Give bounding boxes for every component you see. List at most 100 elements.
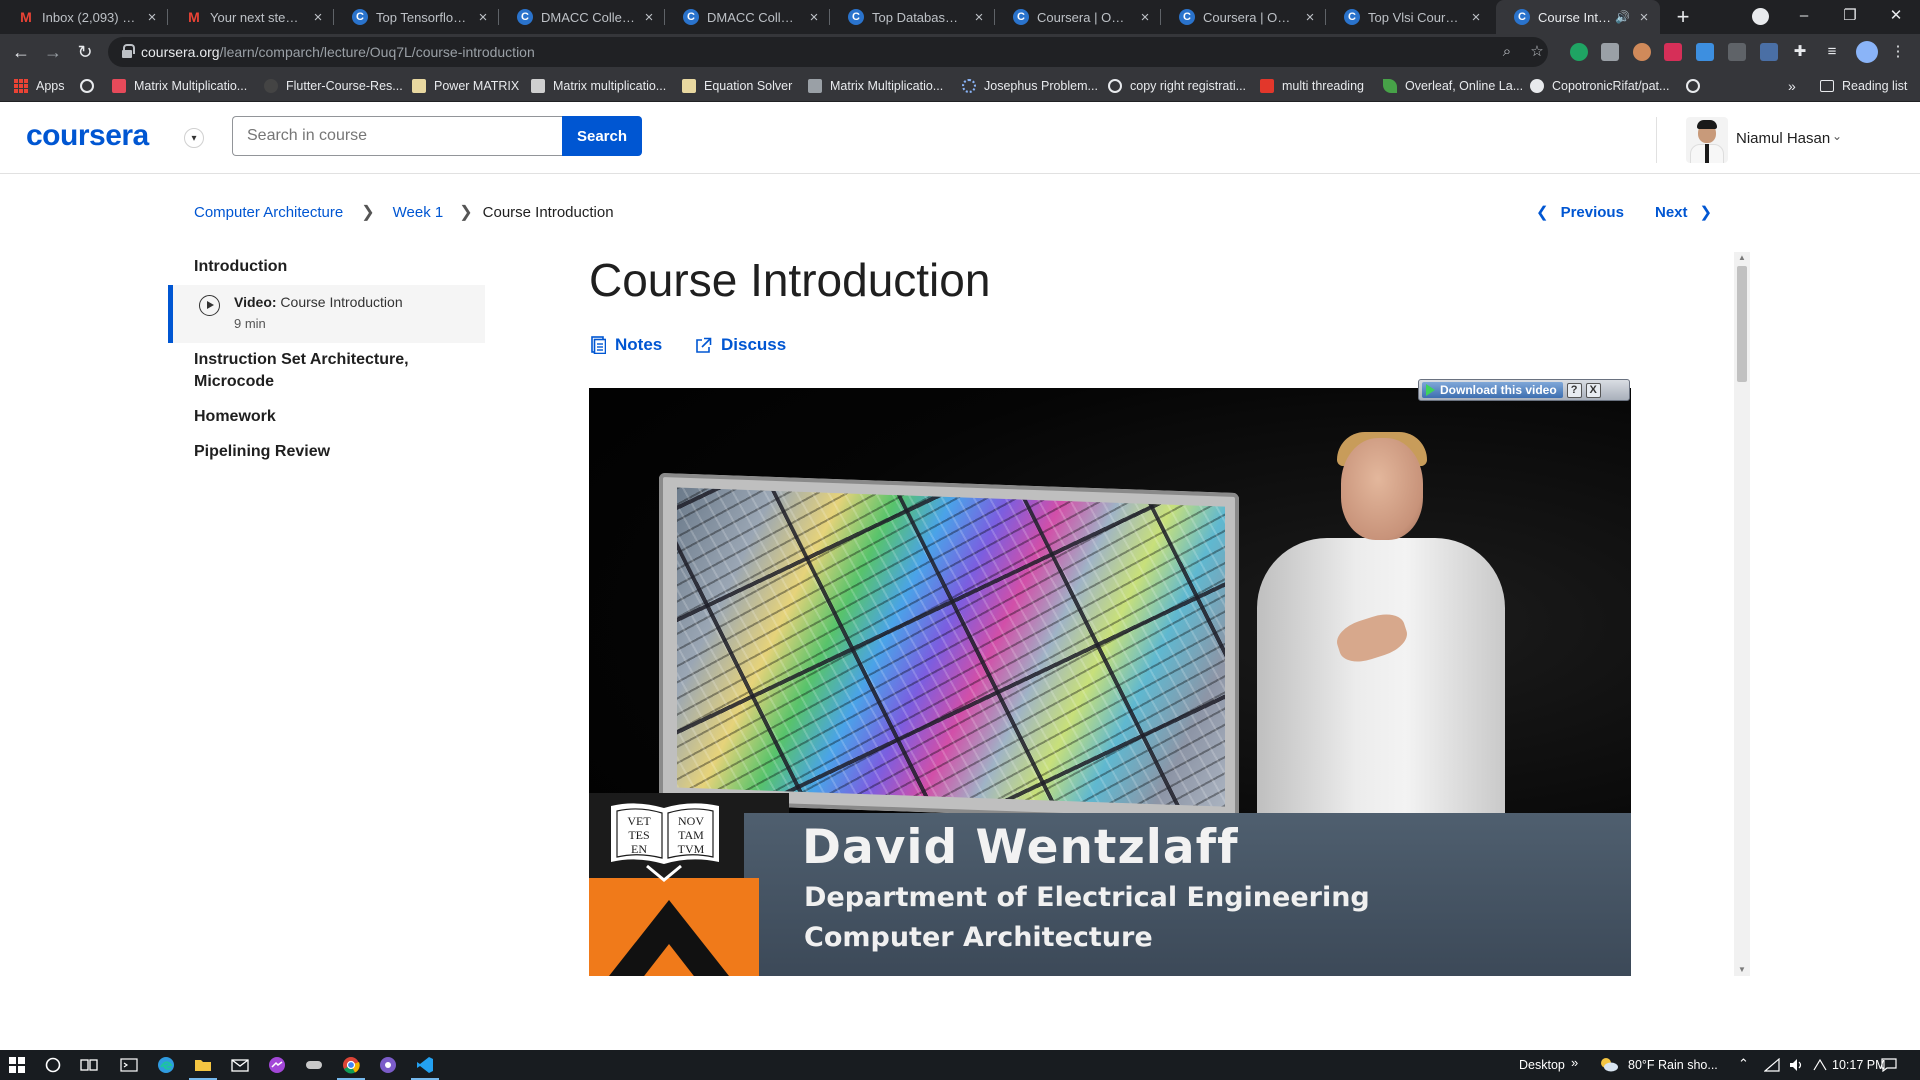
scroll-thumb[interactable] [1737, 266, 1747, 382]
coursera-logo[interactable]: coursera [26, 119, 149, 153]
browser-tab[interactable]: C DMACC College on × [499, 0, 665, 34]
network-icon[interactable] [1761, 1055, 1783, 1075]
bookmark-item[interactable]: copy right registrati... [1108, 77, 1246, 95]
notes-button[interactable]: Notes [591, 335, 662, 355]
desktop-toolbar-label[interactable]: Desktop [1519, 1058, 1565, 1072]
bookmark-item[interactable]: Matrix Multiplicatio... [112, 77, 247, 95]
chevron-down-icon[interactable]: ⌄ [1832, 129, 1842, 143]
bookmark-item[interactable]: Josephus Problem... [962, 77, 1098, 95]
address-bar[interactable]: coursera.org/learn/comparch/lecture/Ouq7… [108, 37, 1548, 67]
breadcrumb-course-link[interactable]: Computer Architecture [194, 204, 343, 221]
extension-icon[interactable] [1760, 43, 1778, 61]
sidebar-section-introduction[interactable]: Introduction [194, 256, 287, 278]
search-button[interactable]: Search [562, 116, 642, 156]
speaker-icon[interactable]: 🔊 [1615, 10, 1630, 24]
mail-icon[interactable] [229, 1055, 251, 1075]
forward-icon[interactable]: → [39, 38, 67, 66]
weather-text[interactable]: 80°F Rain sho... [1628, 1058, 1718, 1072]
new-tab-button[interactable]: + [1670, 4, 1696, 30]
bookmark-star-icon[interactable]: ☆ [1527, 42, 1547, 62]
close-tab-icon[interactable]: × [641, 9, 657, 26]
content-scrollbar[interactable]: ▲ ▼ [1734, 252, 1750, 976]
weather-icon[interactable] [1598, 1055, 1620, 1075]
edge-browser-icon[interactable] [155, 1055, 177, 1075]
windows-start-icon[interactable] [6, 1055, 28, 1075]
bookmark-item[interactable] [80, 77, 102, 95]
volume-icon[interactable] [1786, 1055, 1808, 1075]
browser-tab[interactable]: C Top Tensorflow Co × [334, 0, 499, 34]
browser-tab[interactable]: C DMACC College on × [665, 0, 830, 34]
more-bookmarks-icon[interactable]: » [1788, 77, 1796, 95]
breadcrumb-week-link[interactable]: Week 1 [393, 204, 444, 221]
bookmark-item[interactable]: Matrix multiplicatio... [531, 77, 666, 95]
messenger-icon[interactable] [266, 1055, 288, 1075]
chrome-icon[interactable] [340, 1055, 362, 1075]
scroll-down-icon[interactable]: ▼ [1734, 964, 1750, 976]
help-icon[interactable]: ? [1566, 382, 1582, 398]
restore-icon[interactable]: ❐ [1827, 0, 1873, 34]
sidebar-section-homework[interactable]: Homework [194, 406, 276, 428]
close-tab-icon[interactable]: × [971, 9, 987, 26]
extension-icon[interactable] [1664, 43, 1682, 61]
zoom-search-icon[interactable]: ⌕ [1497, 42, 1517, 62]
sidebar-item-course-introduction[interactable]: Video: Course Introduction 9 min [168, 285, 485, 343]
bookmark-item[interactable]: Matrix Multiplicatio... [808, 77, 943, 95]
avatar[interactable] [1686, 117, 1728, 163]
close-tab-icon[interactable]: × [1636, 9, 1652, 26]
sidebar-section-pipelining[interactable]: Pipelining Review [194, 441, 330, 463]
language-icon[interactable] [1809, 1055, 1831, 1075]
bookmark-item[interactable]: CopotronicRifat/pat... [1530, 77, 1669, 95]
more-toolbar-icon[interactable]: » [1571, 1055, 1578, 1070]
camera-extension-icon[interactable] [1601, 43, 1619, 61]
chevron-down-icon[interactable]: ▾ [184, 128, 204, 148]
discuss-button[interactable]: Discuss [695, 335, 786, 355]
app-icon[interactable] [377, 1055, 399, 1075]
bookmark-item[interactable]: Equation Solver [682, 77, 792, 95]
back-icon[interactable]: ← [7, 38, 35, 66]
reading-list[interactable]: Reading list [1820, 77, 1907, 95]
bookmark-item[interactable]: Flutter-Course-Res... [264, 77, 403, 95]
media-control-icon[interactable]: ≡ [1822, 42, 1842, 62]
grammarly-extension-icon[interactable] [1570, 43, 1588, 61]
scroll-up-icon[interactable]: ▲ [1734, 252, 1750, 264]
bookmark-item[interactable] [1686, 77, 1708, 95]
close-tab-icon[interactable]: × [310, 9, 326, 26]
reload-icon[interactable]: ↻ [71, 38, 99, 66]
chevron-up-icon[interactable]: ⌃ [1738, 1056, 1749, 1072]
browser-tab[interactable]: C Top Database Cour × [830, 0, 995, 34]
minimize-icon[interactable]: – [1781, 0, 1827, 34]
vscode-icon[interactable] [414, 1055, 436, 1075]
menu-icon[interactable]: ⋮ [1888, 42, 1908, 62]
close-icon[interactable]: X [1585, 382, 1601, 398]
tab-search-icon[interactable] [1752, 8, 1769, 25]
browser-tab-active[interactable]: C Course Introdu 🔊 × [1496, 0, 1660, 34]
close-tab-icon[interactable]: × [1468, 9, 1484, 26]
download-video-button[interactable]: Download this video [1422, 382, 1563, 398]
bookmark-apps[interactable]: Apps [14, 77, 65, 95]
close-tab-icon[interactable]: × [806, 9, 822, 26]
browser-tab[interactable]: M Your next step - 17 × [168, 0, 334, 34]
bookmark-item[interactable]: Overleaf, Online La... [1383, 77, 1523, 95]
sidebar-section-isa[interactable]: Instruction Set Architecture, Microcode [194, 349, 454, 393]
browser-tab[interactable]: M Inbox (2,093) - niam × [0, 0, 168, 34]
close-window-icon[interactable]: ✕ [1873, 0, 1919, 34]
download-extension-icon[interactable] [1696, 43, 1714, 61]
notifications-icon[interactable] [1878, 1055, 1900, 1075]
close-tab-icon[interactable]: × [475, 9, 491, 26]
bookmark-item[interactable]: multi threading [1260, 77, 1364, 95]
previous-button[interactable]: ❮ Previous [1536, 203, 1624, 221]
browser-tab[interactable]: C Top Vlsi Courses - l × [1326, 0, 1492, 34]
browser-tab[interactable]: C Coursera | Online C × [1161, 0, 1326, 34]
game-icon[interactable] [303, 1055, 325, 1075]
user-name[interactable]: Niamul Hasan [1736, 130, 1830, 147]
profile-avatar-icon[interactable] [1856, 41, 1878, 63]
puzzle-extensions-icon[interactable]: ✚ [1790, 42, 1810, 62]
task-view-icon[interactable] [78, 1055, 100, 1075]
cortana-search-icon[interactable] [42, 1055, 64, 1075]
close-tab-icon[interactable]: × [1137, 9, 1153, 26]
terminal-icon[interactable] [118, 1055, 140, 1075]
close-tab-icon[interactable]: × [1302, 9, 1318, 26]
file-explorer-icon[interactable] [192, 1055, 214, 1075]
extension-icon[interactable] [1728, 43, 1746, 61]
extension-icon[interactable] [1633, 43, 1651, 61]
